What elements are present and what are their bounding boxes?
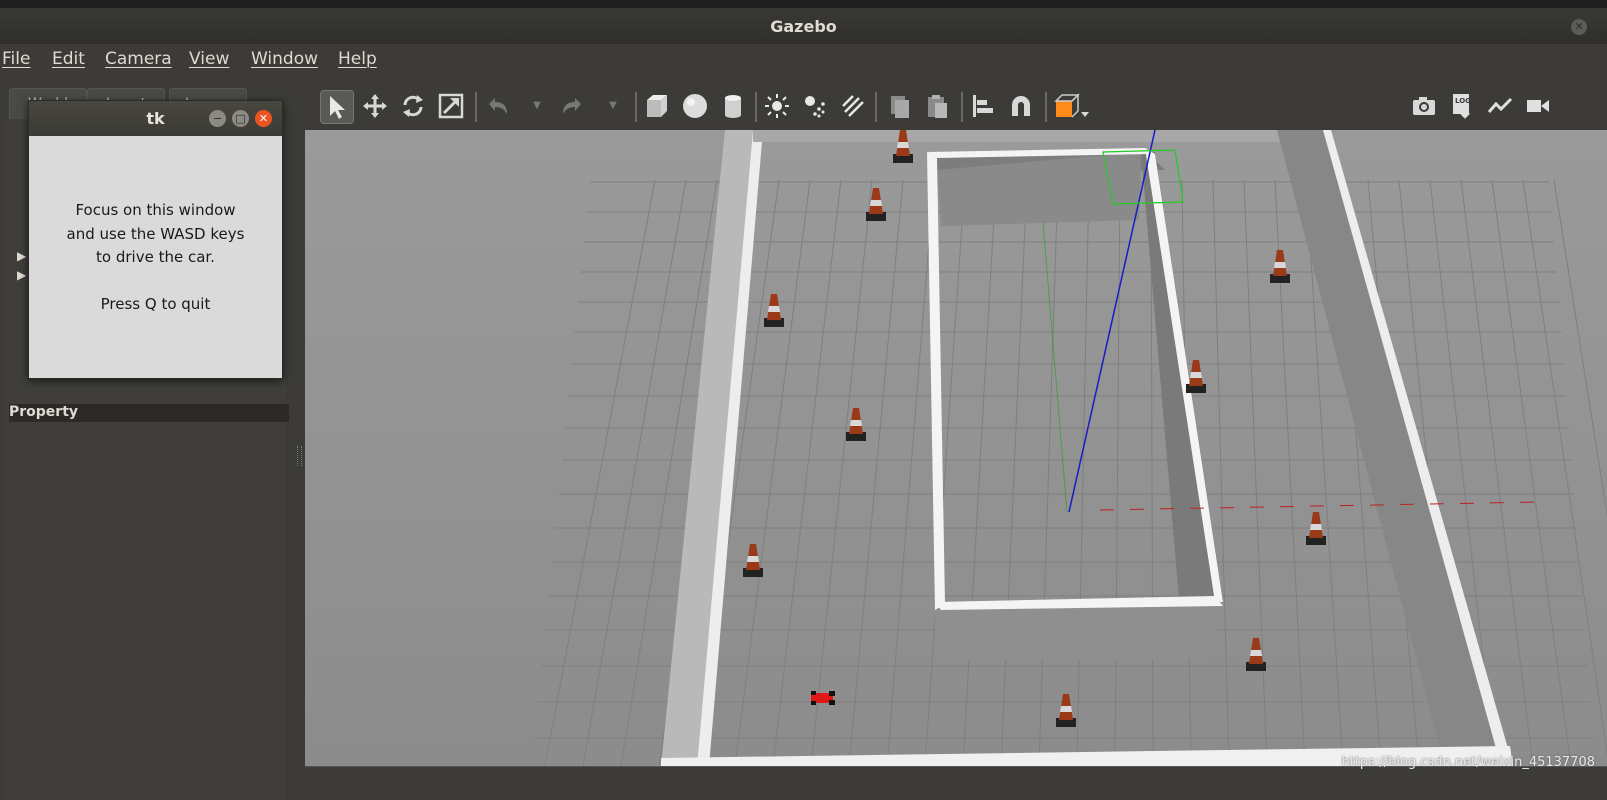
menu-window[interactable]: Window — [251, 49, 318, 69]
directional-light-icon[interactable] — [839, 92, 867, 120]
status-bar: https://blog.csdn.net/weixin_45137708 — [305, 755, 1607, 800]
robot-car — [811, 691, 835, 705]
paste-icon[interactable] — [923, 92, 951, 120]
undo-dropdown-icon[interactable]: ▼ — [523, 92, 551, 120]
toolbar-separator — [635, 92, 637, 122]
view-angle-icon[interactable] — [1053, 92, 1091, 120]
redo-icon[interactable] — [559, 92, 587, 120]
toolbar-separator — [475, 92, 477, 122]
menu-edit[interactable]: Edit — [52, 49, 85, 69]
watermark-text: https://blog.csdn.net/weixin_45137708 — [1341, 755, 1595, 770]
toolbar-separator — [1045, 92, 1047, 122]
video-record-icon[interactable] — [1524, 92, 1552, 120]
splitter-grip-icon[interactable] — [297, 446, 302, 466]
maximize-icon[interactable]: □ — [232, 110, 249, 127]
toolbar-separator — [875, 92, 877, 122]
spot-light-icon[interactable] — [801, 92, 829, 120]
toolbar-separator — [755, 92, 757, 122]
magnet-icon[interactable] — [1007, 92, 1035, 120]
screenshot-icon[interactable] — [1410, 92, 1438, 120]
toolbar: ▼ ▼ LOG — [305, 76, 1607, 130]
copy-icon[interactable] — [885, 92, 913, 120]
tk-title-bar[interactable]: tk − □ ✕ — [29, 101, 282, 136]
north-wall — [753, 130, 1280, 142]
menu-help[interactable]: Help — [338, 49, 377, 69]
cylinder-icon[interactable] — [719, 92, 747, 120]
window-title-bar: Gazebo ✕ — [0, 8, 1607, 44]
align-icon[interactable] — [969, 92, 997, 120]
close-icon[interactable]: ✕ — [255, 110, 272, 127]
menu-file[interactable]: File — [2, 49, 30, 69]
select-arrow-icon[interactable] — [320, 90, 354, 124]
toolbar-separator — [961, 92, 963, 122]
tk-window[interactable]: tk − □ ✕ Focus on this window and use th… — [28, 100, 283, 379]
tk-body: Focus on this window and use the WASD ke… — [29, 137, 282, 378]
tree-expand-icon[interactable]: ▶ — [17, 268, 26, 282]
system-top-bar — [0, 0, 1607, 8]
plot-icon[interactable] — [1486, 92, 1514, 120]
panel-splitter[interactable] — [293, 76, 305, 799]
property-label: Property — [9, 404, 79, 420]
redo-dropdown-icon[interactable]: ▼ — [599, 92, 627, 120]
window-title: Gazebo — [770, 17, 837, 36]
sphere-icon[interactable] — [681, 92, 709, 120]
instruction-line: to drive the car. — [96, 248, 215, 266]
menu-bar: File Edit Camera View Window Help — [0, 44, 1607, 76]
menu-camera[interactable]: Camera — [105, 49, 172, 69]
minimize-icon[interactable]: − — [209, 110, 226, 127]
point-light-icon[interactable] — [763, 92, 791, 120]
quit-instruction: Press Q to quit — [100, 295, 211, 313]
scene-render — [305, 130, 1607, 766]
scale-icon[interactable] — [437, 92, 465, 120]
log-icon[interactable]: LOG — [1448, 92, 1476, 120]
box-icon[interactable] — [643, 92, 671, 120]
translate-icon[interactable] — [361, 92, 389, 120]
window-close-button[interactable]: ✕ — [1571, 19, 1587, 35]
scene-viewport[interactable] — [305, 130, 1607, 766]
property-header: Property — [9, 404, 289, 422]
instruction-line: Focus on this window — [75, 201, 236, 219]
menu-view[interactable]: View — [189, 49, 229, 69]
tree-expand-icon[interactable]: ▶ — [17, 249, 26, 263]
undo-icon[interactable] — [483, 92, 511, 120]
rotate-icon[interactable] — [399, 92, 427, 120]
instruction-line: and use the WASD keys — [66, 224, 245, 243]
svg-text:LOG: LOG — [1455, 97, 1471, 105]
